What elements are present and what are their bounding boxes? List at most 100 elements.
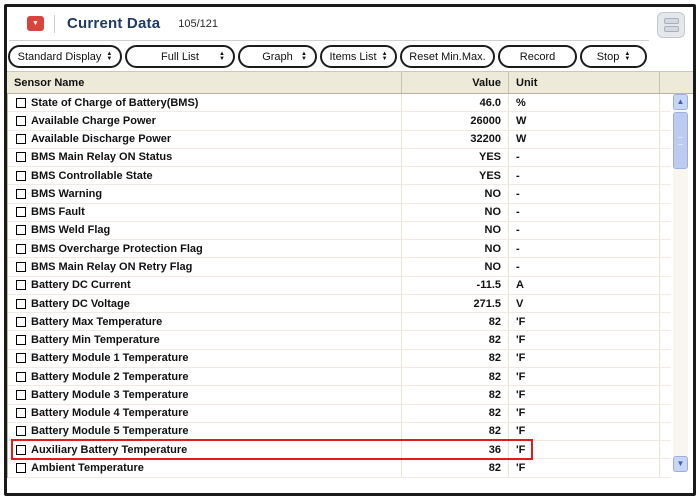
table-row[interactable]: Battery Module 2 Temperature 82 'F [8, 368, 671, 386]
toolbar-button-standard-display[interactable]: Standard Display ▲▼ [8, 45, 122, 68]
sensor-value: NO [402, 185, 509, 202]
toolbar-button-record[interactable]: Record ▲▼ [498, 45, 577, 68]
table-row[interactable]: Battery Module 1 Temperature 82 'F [8, 350, 671, 368]
row-checkbox[interactable] [16, 225, 26, 235]
sensor-value: 82 [402, 459, 509, 476]
row-checkbox[interactable] [16, 207, 26, 217]
table-row[interactable]: Battery DC Voltage 271.5 V [8, 295, 671, 313]
row-checkbox[interactable] [16, 372, 26, 382]
sensor-value: 36 [402, 441, 509, 458]
row-checkbox[interactable] [16, 426, 26, 436]
row-spacer [660, 368, 671, 385]
row-checkbox[interactable] [16, 171, 26, 181]
table-row[interactable]: BMS Overcharge Protection Flag NO - [8, 240, 671, 258]
table-row[interactable]: Ambient Temperature 82 'F [8, 459, 671, 477]
updown-arrows-icon: ▲▼ [624, 52, 630, 62]
sensor-name: Battery Module 1 Temperature [31, 352, 189, 364]
sensor-unit: - [509, 204, 660, 221]
row-spacer [660, 459, 671, 476]
row-spacer [660, 295, 671, 312]
row-checkbox[interactable] [16, 98, 26, 108]
layout-panels-icon[interactable] [657, 12, 685, 38]
row-checkbox[interactable] [16, 262, 26, 272]
sensor-name: Auxiliary Battery Temperature [31, 444, 187, 456]
scroll-up-icon[interactable]: ▲ [673, 94, 688, 110]
sensor-unit: - [509, 240, 660, 257]
table-row[interactable]: Battery Module 4 Temperature 82 'F [8, 405, 671, 423]
column-header-spacer [660, 72, 693, 93]
toolbar-button-full-list[interactable]: Full List ▲▼ [125, 45, 235, 68]
sensor-name: BMS Controllable State [31, 170, 153, 182]
red-dropdown-icon[interactable]: ▼ [27, 16, 44, 31]
row-checkbox[interactable] [16, 445, 26, 455]
sensor-value: NO [402, 204, 509, 221]
sensor-value: YES [402, 167, 509, 184]
table-row[interactable]: BMS Fault NO - [8, 204, 671, 222]
sensor-unit: 'F [509, 405, 660, 422]
sensor-name: BMS Overcharge Protection Flag [31, 243, 203, 255]
sensor-unit: V [509, 295, 660, 312]
toolbar-button-stop[interactable]: Stop ▲▼ [580, 45, 647, 68]
table-row[interactable]: BMS Main Relay ON Status YES - [8, 149, 671, 167]
table-row[interactable]: BMS Warning NO - [8, 185, 671, 203]
toolbar-button-graph[interactable]: Graph ▲▼ [238, 45, 317, 68]
button-label: Stop [597, 51, 620, 63]
row-spacer [660, 94, 671, 111]
sensor-name: Available Charge Power [31, 115, 156, 127]
row-checkbox[interactable] [16, 463, 26, 473]
row-checkbox[interactable] [16, 280, 26, 290]
row-checkbox[interactable] [16, 244, 26, 254]
updown-arrows-icon: ▲▼ [219, 52, 225, 62]
panel-bar-icon [664, 26, 679, 32]
row-checkbox[interactable] [16, 189, 26, 199]
sensor-unit: 'F [509, 386, 660, 403]
row-checkbox[interactable] [16, 116, 26, 126]
row-checkbox[interactable] [16, 408, 26, 418]
toolbar-button-reset-min-max[interactable]: Reset Min.Max. ▲▼ [400, 45, 495, 68]
row-checkbox[interactable] [16, 317, 26, 327]
table-row[interactable]: Auxiliary Battery Temperature 36 'F [8, 441, 671, 459]
table-row[interactable]: BMS Main Relay ON Retry Flag NO - [8, 258, 671, 276]
table-row[interactable]: Battery DC Current -11.5 A [8, 277, 671, 295]
row-spacer [660, 350, 671, 367]
sensor-name: Available Discharge Power [31, 133, 171, 145]
sensor-name: Battery Max Temperature [31, 316, 162, 328]
button-label: Items List [329, 51, 376, 63]
sensor-name: BMS Weld Flag [31, 224, 110, 236]
sensor-name: Battery Module 5 Temperature [31, 425, 189, 437]
row-spacer [660, 313, 671, 330]
toolbar-button-items-list[interactable]: Items List ▲▼ [320, 45, 397, 68]
table-row[interactable]: BMS Controllable State YES - [8, 167, 671, 185]
sensor-value: 271.5 [402, 295, 509, 312]
table-row[interactable]: State of Charge of Battery(BMS) 46.0 % [8, 94, 671, 112]
table-row[interactable]: Battery Max Temperature 82 'F [8, 313, 671, 331]
scrollbar-thumb[interactable] [673, 112, 688, 169]
updown-arrows-icon: ▲▼ [301, 52, 307, 62]
sensor-unit: W [509, 131, 660, 148]
sensor-name: Battery Module 2 Temperature [31, 371, 189, 383]
row-checkbox[interactable] [16, 335, 26, 345]
row-checkbox[interactable] [16, 152, 26, 162]
row-spacer [660, 331, 671, 348]
sensor-unit: 'F [509, 350, 660, 367]
row-checkbox[interactable] [16, 134, 26, 144]
row-spacer [660, 149, 671, 166]
row-checkbox[interactable] [16, 299, 26, 309]
table-row[interactable]: BMS Weld Flag NO - [8, 222, 671, 240]
panel-bar-icon [664, 18, 679, 24]
scroll-down-icon[interactable]: ▼ [673, 456, 688, 472]
sensor-value: NO [402, 258, 509, 275]
title-bar: ▼ Current Data 105/121 [7, 7, 693, 40]
row-spacer [660, 167, 671, 184]
table-row[interactable]: Battery Module 3 Temperature 82 'F [8, 386, 671, 404]
row-checkbox[interactable] [16, 353, 26, 363]
table-row[interactable]: Battery Min Temperature 82 'F [8, 331, 671, 349]
sensor-name: BMS Main Relay ON Status [31, 151, 172, 163]
row-checkbox[interactable] [16, 390, 26, 400]
current-data-window: ▼ Current Data 105/121 Standard Display … [4, 4, 696, 496]
table-row[interactable]: Battery Module 5 Temperature 82 'F [8, 423, 671, 441]
table-row[interactable]: Available Discharge Power 32200 W [8, 131, 671, 149]
table-row[interactable]: Available Charge Power 26000 W [8, 112, 671, 130]
row-spacer [660, 441, 671, 458]
vertical-scrollbar[interactable]: ▲ ▼ [673, 94, 688, 472]
